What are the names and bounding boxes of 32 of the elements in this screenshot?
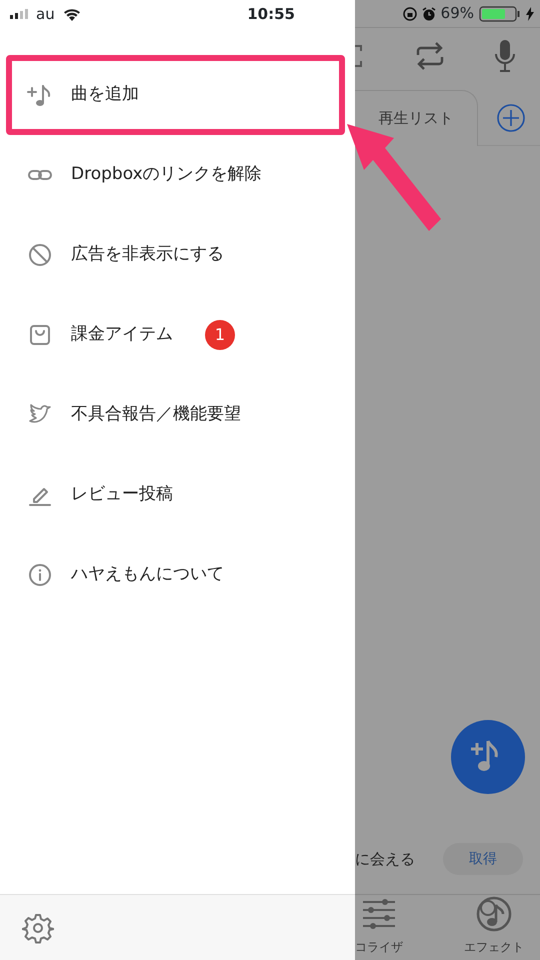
repeat-icon[interactable]	[415, 42, 445, 70]
microphone-icon[interactable]	[493, 39, 517, 73]
equalizer-icon[interactable]	[361, 896, 397, 932]
signal-icon	[10, 9, 30, 19]
add-music-icon	[27, 82, 53, 108]
battery-percent: 69%	[440, 3, 474, 24]
music-effect-icon[interactable]	[476, 896, 512, 932]
banner-text: に会える	[355, 848, 415, 870]
menu-item[interactable]: 不具合報告／機能要望	[0, 375, 241, 455]
settings-icon[interactable]	[22, 912, 54, 944]
clock-time: 10:55	[247, 4, 295, 25]
wifi-icon	[62, 8, 81, 20]
menu-item[interactable]: レビュー投稿	[0, 455, 173, 535]
nav-label: エフェクト	[464, 939, 524, 956]
add-icon[interactable]	[496, 102, 526, 132]
notification-badge: 1	[205, 320, 235, 350]
expand-icon[interactable]	[355, 44, 363, 68]
carrier-name: au	[36, 4, 55, 25]
alarm-icon	[422, 6, 436, 20]
menu-item[interactable]: 曲を追加	[6, 55, 345, 135]
menu-item[interactable]: Dropboxのリンクを解除	[0, 135, 262, 215]
shopping-bag-icon	[27, 322, 53, 348]
menu-item-label: 課金アイテム	[71, 323, 173, 346]
playlist-tab[interactable]: 再生リスト	[378, 106, 454, 130]
menu-item[interactable]: ハヤえもんについて	[0, 535, 224, 615]
nav-label: コライザ	[355, 939, 403, 956]
battery-icon	[479, 6, 521, 22]
rotation-lock-icon	[402, 6, 417, 20]
charging-icon	[526, 6, 534, 20]
block-icon	[27, 242, 53, 268]
info-icon	[27, 562, 53, 588]
menu-item[interactable]: 広告を非表示にする	[0, 215, 224, 295]
